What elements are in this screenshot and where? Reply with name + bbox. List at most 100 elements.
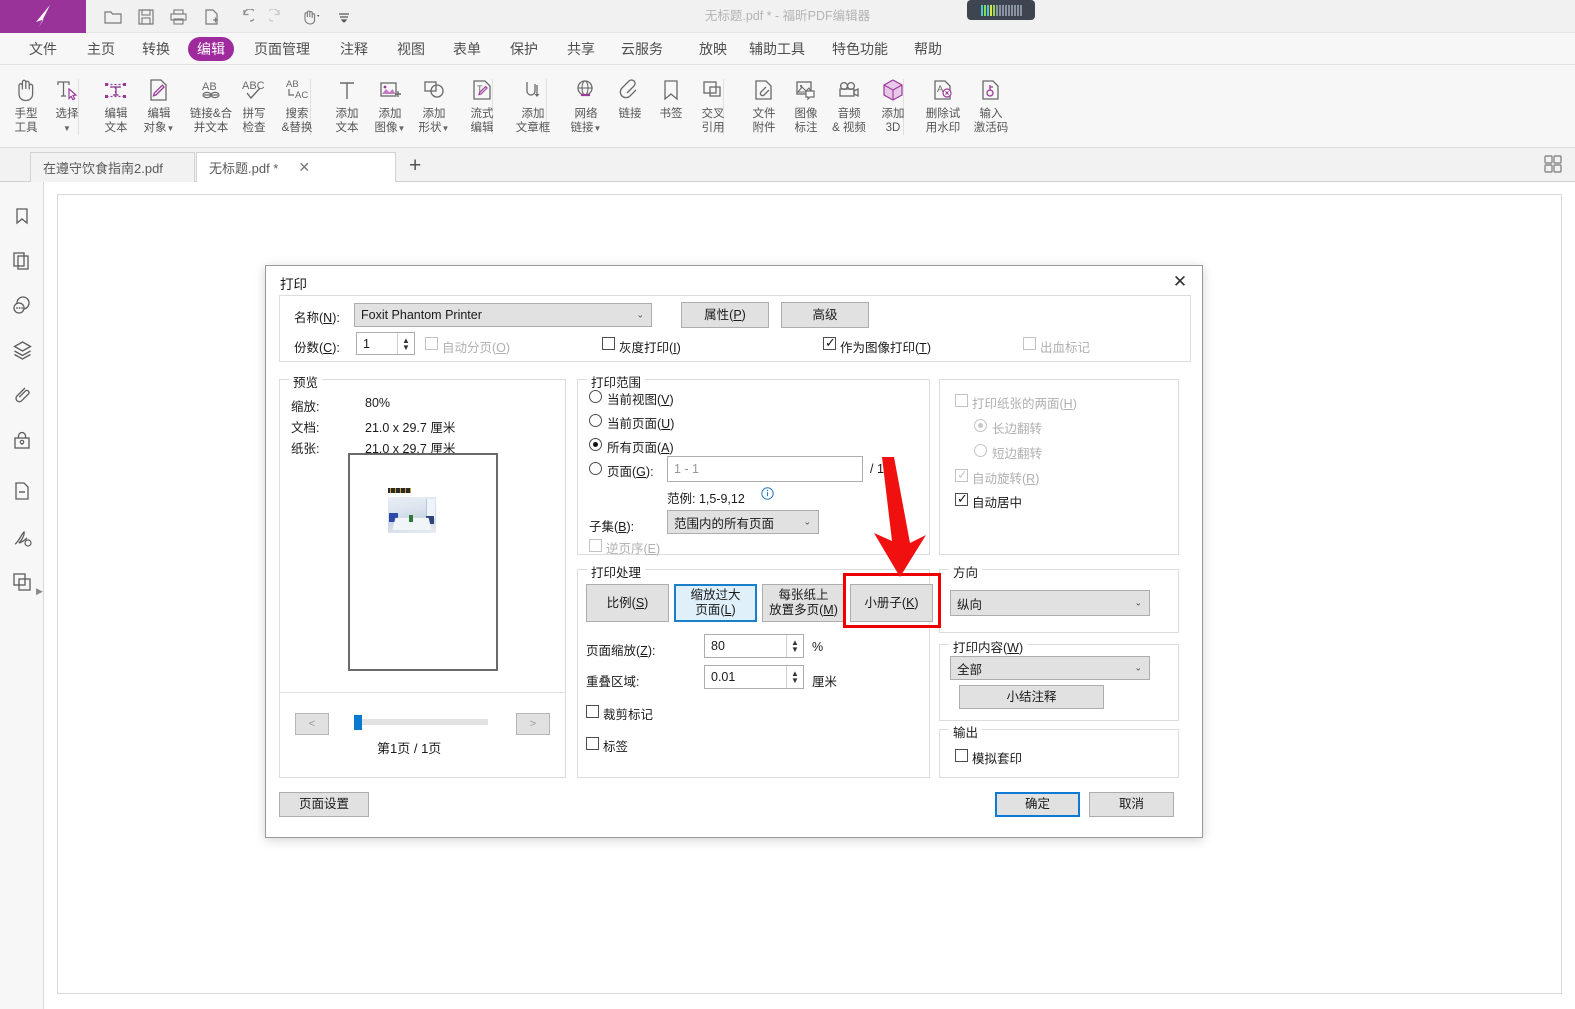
menu-item-view[interactable]: 视图 bbox=[388, 37, 434, 61]
printer-select[interactable]: Foxit Phantom Printer ⌄ bbox=[354, 303, 652, 327]
preview-slider-track[interactable] bbox=[354, 719, 488, 725]
radio-current-page[interactable] bbox=[589, 414, 602, 427]
menu-item-cloud[interactable]: 云服务 bbox=[612, 37, 672, 61]
document-tab-inactive[interactable]: 在遵守饮食指南2.pdf bbox=[30, 152, 195, 182]
cancel-button[interactable]: 取消 bbox=[1089, 792, 1174, 817]
sidebar-expander-icon[interactable]: ▶ bbox=[36, 586, 43, 597]
ribbon-search-replace[interactable]: ABAC 搜索&替换 bbox=[271, 71, 323, 143]
window-controls[interactable] bbox=[967, 0, 1035, 20]
radio-all-pages[interactable] bbox=[589, 438, 602, 451]
ribbon-label: 编辑 bbox=[147, 108, 170, 120]
print-content-select[interactable]: 全部 ⌄ bbox=[950, 656, 1150, 680]
radio-page-range[interactable] bbox=[589, 462, 602, 475]
menu-item-page-manage[interactable]: 页面管理 bbox=[245, 37, 319, 61]
chevron-down-icon[interactable]: ▼ bbox=[167, 124, 175, 133]
sidebar-item-attachments[interactable] bbox=[8, 381, 36, 409]
simulate-overprint-checkbox[interactable] bbox=[955, 749, 968, 762]
ribbon-label: 输入 bbox=[980, 108, 1003, 120]
orientation-select[interactable]: 纵向 ⌄ bbox=[950, 590, 1150, 616]
ribbon-flow-edit[interactable]: T 流式编辑 bbox=[456, 71, 508, 143]
print-icon[interactable] bbox=[162, 0, 195, 33]
duplex-group: 打印纸张的两面(H) 长边翻转 短边翻转 ✓ 自动旋转(R) ✓ 自动居中 bbox=[939, 379, 1179, 555]
ribbon-label: 流式 bbox=[471, 108, 494, 120]
hand-tool-icon[interactable] bbox=[294, 0, 327, 33]
sidebar-item-fields[interactable] bbox=[8, 477, 36, 505]
page-scale-input[interactable]: 80 ▲▼ bbox=[704, 634, 804, 658]
summary-comments-button[interactable]: 小结注释 bbox=[959, 685, 1104, 709]
chevron-down-icon[interactable]: ▼ bbox=[594, 124, 602, 133]
preview-next-button[interactable]: > bbox=[516, 713, 550, 735]
ribbon-add-shape[interactable]: 添加形状▼ bbox=[408, 71, 460, 143]
menu-item-present[interactable]: 放映 bbox=[690, 37, 736, 61]
open-folder-icon[interactable] bbox=[96, 0, 129, 33]
menu-item-features[interactable]: 特色功能 bbox=[823, 37, 897, 61]
page-scale-stepper[interactable]: ▲▼ bbox=[786, 635, 803, 657]
radio-current-view[interactable] bbox=[589, 390, 602, 403]
page-setup-button[interactable]: 页面设置 bbox=[279, 792, 369, 817]
tab-label: 在遵守饮食指南2.pdf bbox=[43, 158, 163, 177]
menu-item-edit[interactable]: 编辑 bbox=[188, 37, 234, 61]
menu-item-accessibility[interactable]: 辅助工具 bbox=[740, 37, 814, 61]
overlap-stepper[interactable]: ▲▼ bbox=[786, 666, 803, 688]
ribbon-remove-watermark[interactable]: A 删除试用水印 bbox=[917, 71, 969, 143]
menu-item-form[interactable]: 表单 bbox=[444, 37, 490, 61]
menu-item-file[interactable]: 文件 bbox=[20, 37, 66, 61]
menu-item-convert[interactable]: 转换 bbox=[133, 37, 179, 61]
sidebar-item-layers[interactable] bbox=[8, 336, 36, 364]
print-as-image-checkbox[interactable]: ✓ bbox=[823, 337, 836, 350]
menu-item-protect[interactable]: 保护 bbox=[501, 37, 547, 61]
quick-access-toolbar[interactable] bbox=[96, 0, 360, 33]
auto-center-checkbox[interactable]: ✓ bbox=[955, 493, 968, 506]
undo-icon[interactable] bbox=[228, 0, 261, 33]
ribbon-edit-object[interactable]: 编辑对象▼ bbox=[133, 71, 185, 143]
ribbon-activation-code[interactable]: 输入激活码 bbox=[965, 71, 1017, 143]
save-icon[interactable] bbox=[129, 0, 162, 33]
copies-stepper[interactable]: ▲▼ bbox=[397, 333, 414, 354]
menu-item-comment[interactable]: 注释 bbox=[331, 37, 377, 61]
overlap-input[interactable]: 0.01 ▲▼ bbox=[704, 665, 804, 689]
mode-booklet-button[interactable]: 小册子(K) bbox=[850, 584, 933, 622]
menu-item-help[interactable]: 帮助 bbox=[905, 37, 951, 61]
ribbon-label2: 附件 bbox=[753, 122, 776, 134]
labels-checkbox[interactable] bbox=[586, 737, 599, 750]
menu-item-share[interactable]: 共享 bbox=[558, 37, 604, 61]
page-range-input[interactable]: 1 - 1 bbox=[667, 456, 863, 482]
ribbon-add-3d[interactable]: 添加3D bbox=[867, 71, 919, 143]
mode-multiple-pages-button[interactable]: 每张纸上放置多页(M) bbox=[762, 584, 845, 622]
preview-prev-button[interactable]: < bbox=[295, 713, 329, 735]
printer-properties-button[interactable]: 属性(P) bbox=[681, 302, 769, 328]
chevron-down-icon[interactable]: ▼ bbox=[63, 124, 71, 133]
sidebar-item-security[interactable] bbox=[8, 426, 36, 454]
chevron-down-icon[interactable]: ▼ bbox=[398, 124, 406, 133]
preview-slider-thumb[interactable] bbox=[354, 715, 362, 730]
sidebar-item-comments[interactable] bbox=[8, 291, 36, 319]
add-3d-icon bbox=[879, 71, 907, 104]
mode-scale-button[interactable]: 比例(S) bbox=[586, 584, 669, 622]
document-tab-active[interactable]: 无标题.pdf * ✕ bbox=[196, 152, 396, 182]
ribbon-add-textbox[interactable]: 添加文章框 bbox=[505, 71, 561, 143]
sidebar-item-stamp[interactable] bbox=[8, 568, 36, 596]
copies-input[interactable]: 1 ▲▼ bbox=[356, 332, 415, 355]
sidebar-item-signature[interactable] bbox=[8, 524, 36, 552]
ribbon-cross-reference[interactable]: 交叉引用 bbox=[687, 71, 739, 143]
menu-item-home[interactable]: 主页 bbox=[78, 37, 124, 61]
new-page-icon[interactable] bbox=[195, 0, 228, 33]
more-options-icon[interactable] bbox=[327, 0, 360, 33]
mode-shrink-oversized-button[interactable]: 缩放过大页面(L) bbox=[674, 584, 757, 622]
printer-advanced-button[interactable]: 高级 bbox=[781, 302, 869, 328]
crop-marks-checkbox[interactable] bbox=[586, 705, 599, 718]
close-icon[interactable]: ✕ bbox=[1166, 270, 1194, 294]
ribbon-label: 文件 bbox=[753, 108, 776, 120]
web-link-icon bbox=[572, 71, 600, 104]
sidebar-item-page-thumbnails[interactable] bbox=[8, 247, 36, 275]
ok-button[interactable]: 确定 bbox=[995, 792, 1080, 817]
new-tab-button[interactable]: + bbox=[409, 156, 421, 176]
sidebar-item-bookmarks[interactable] bbox=[8, 202, 36, 230]
grayscale-checkbox[interactable] bbox=[602, 337, 615, 350]
ribbon-select[interactable]: 选择▼ bbox=[41, 71, 93, 143]
close-icon[interactable]: ✕ bbox=[298, 159, 310, 176]
chevron-down-icon[interactable]: ▼ bbox=[442, 124, 450, 133]
info-icon[interactable] bbox=[761, 487, 774, 505]
subset-select[interactable]: 范围内的所有页面 ⌄ bbox=[667, 510, 819, 534]
layout-grid-icon[interactable] bbox=[1543, 154, 1563, 179]
